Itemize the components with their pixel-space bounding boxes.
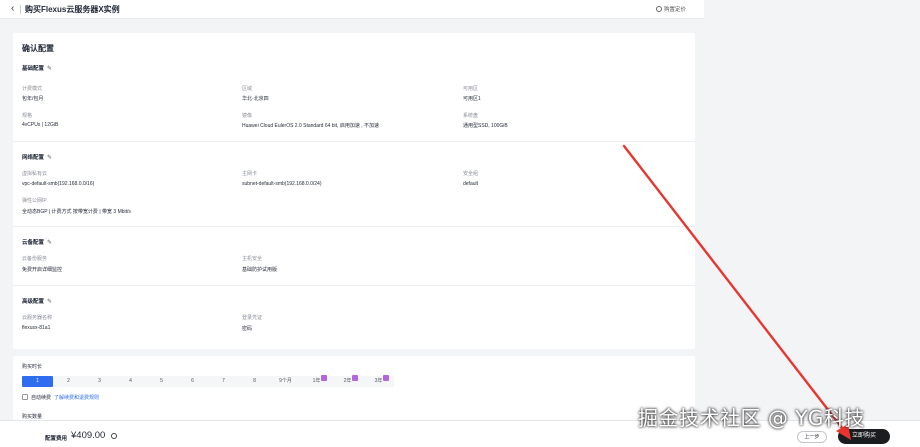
page-title: 购买Flexus云服务器X实例	[25, 5, 120, 14]
field-label: 区域	[242, 86, 253, 92]
section-advanced-title: 高级配置	[22, 299, 45, 305]
duration-option[interactable]: 9个月	[270, 376, 301, 387]
field-label: 主网卡	[242, 171, 258, 177]
field-label: 弹性公网IP	[22, 198, 47, 204]
auto-renew-row: 自动续费 了解续费和退费规则	[22, 394, 99, 401]
section-backup-title: 云备配置	[22, 240, 45, 246]
edit-icon[interactable]: ✎	[47, 298, 52, 305]
duration-option[interactable]: 3年	[363, 376, 394, 387]
field-label: 虚拟私有云	[22, 171, 48, 177]
chevron-left-icon[interactable]: ‹	[11, 3, 14, 14]
section-network-title: 网络配置	[22, 155, 45, 161]
duration-option[interactable]: 2年	[332, 376, 363, 387]
duration-option[interactable]: 7	[208, 376, 239, 387]
discount-badge-icon	[321, 375, 327, 381]
purchase-options-card: 购买时长 1 2 3 4 5 6 7 8 9个月 1年 2年 3年 自动续费 了解续费和退费规则 购买数…	[13, 356, 695, 430]
discount-badge-icon	[352, 375, 358, 381]
field-label: 镜像	[242, 113, 253, 119]
field-value: default	[463, 181, 479, 187]
field-label: 云服务器名称	[22, 315, 53, 321]
duration-option[interactable]: 1年	[301, 376, 332, 387]
edit-icon[interactable]: ✎	[47, 239, 52, 246]
field-label: 云备份服务	[22, 256, 48, 262]
duration-heading: 购买时长	[22, 364, 43, 370]
header-divider	[20, 5, 21, 14]
section-basic-title: 基础配置	[22, 66, 45, 72]
watermark-text: 掘金技术社区 @ YG科技	[638, 406, 865, 430]
field-value: 华北-北京四	[242, 96, 269, 102]
duration-option[interactable]: 6	[177, 376, 208, 387]
section-divider	[13, 226, 695, 227]
price-details-link[interactable]: 购置定价	[656, 5, 686, 13]
section-backup-heading: 云备配置 ✎	[22, 238, 52, 246]
edit-icon[interactable]: ✎	[47, 65, 52, 72]
field-value: subnet-default-smb(192.168.0.0/24)	[242, 181, 322, 187]
duration-option[interactable]: 4	[115, 376, 146, 387]
field-value: 可用区1	[463, 96, 481, 102]
section-basic-heading: 基础配置 ✎	[22, 64, 52, 72]
field-value: 免费开启详细监控	[22, 267, 63, 273]
page-header: ‹ 购买Flexus云服务器X实例 购置定价	[0, 0, 704, 19]
price-link-label: 购置定价	[664, 7, 687, 13]
field-value: vpc-default-smb(192.168.0.0/16)	[22, 181, 95, 187]
duration-selector: 1 2 3 4 5 6 7 8 9个月 1年 2年 3年	[22, 375, 422, 387]
field-label: 安全组	[463, 171, 479, 177]
field-value: Huawei Cloud EulerOS 2.0 Standard 64 bit…	[242, 123, 380, 129]
field-label: 规格	[22, 113, 33, 119]
confirm-config-heading: 确认配置	[22, 44, 54, 53]
field-label: 登录凭证	[242, 315, 263, 321]
field-value: 4vCPUs | 12GiB	[22, 122, 59, 128]
duration-option[interactable]: 2	[53, 376, 84, 387]
field-value: 全动态BGP | 计费方式 按带宽计费 | 带宽 3 Mbit/s	[22, 209, 131, 215]
field-label: 系统盘	[463, 113, 479, 119]
field-label: 计费模式	[22, 86, 43, 92]
section-network-heading: 网络配置 ✎	[22, 153, 52, 161]
duration-option[interactable]: 3	[84, 376, 115, 387]
section-divider	[13, 285, 695, 286]
quantity-heading: 购买数量	[22, 414, 43, 420]
field-value: 通用型SSD, 100GiB	[463, 123, 508, 129]
auto-renew-checkbox[interactable]	[22, 394, 28, 400]
config-summary-card: 确认配置 基础配置 ✎ 计费模式 包年/包月 区域 华北-北京四 可用区 可用区1…	[13, 33, 695, 349]
renew-rules-link[interactable]: 了解续费和退费规则	[54, 395, 99, 401]
fee-label: 配置费用	[45, 436, 68, 442]
discount-badge-icon	[383, 375, 389, 381]
field-label: 主机安全	[242, 256, 263, 262]
edit-icon[interactable]: ✎	[47, 154, 52, 161]
section-advanced-heading: 高级配置 ✎	[22, 297, 52, 305]
duration-option[interactable]: 8	[239, 376, 270, 387]
buy-now-button[interactable]: 立即购买	[838, 429, 890, 444]
fee-info-icon[interactable]	[111, 433, 117, 439]
field-value: 基础防护试用版	[242, 267, 278, 273]
fee-value: ¥409.00	[71, 430, 106, 441]
field-value: 包年/包月	[22, 96, 44, 102]
previous-step-button[interactable]: 上一步	[797, 431, 827, 443]
field-value: flexusx-81a1	[22, 325, 51, 331]
duration-option[interactable]: 5	[146, 376, 177, 387]
duration-option[interactable]: 1	[22, 376, 53, 387]
auto-renew-label: 自动续费	[31, 395, 52, 401]
price-info-icon	[656, 6, 662, 12]
field-value: 密码	[242, 326, 253, 332]
section-divider	[13, 141, 695, 142]
field-label: 可用区	[463, 86, 479, 92]
